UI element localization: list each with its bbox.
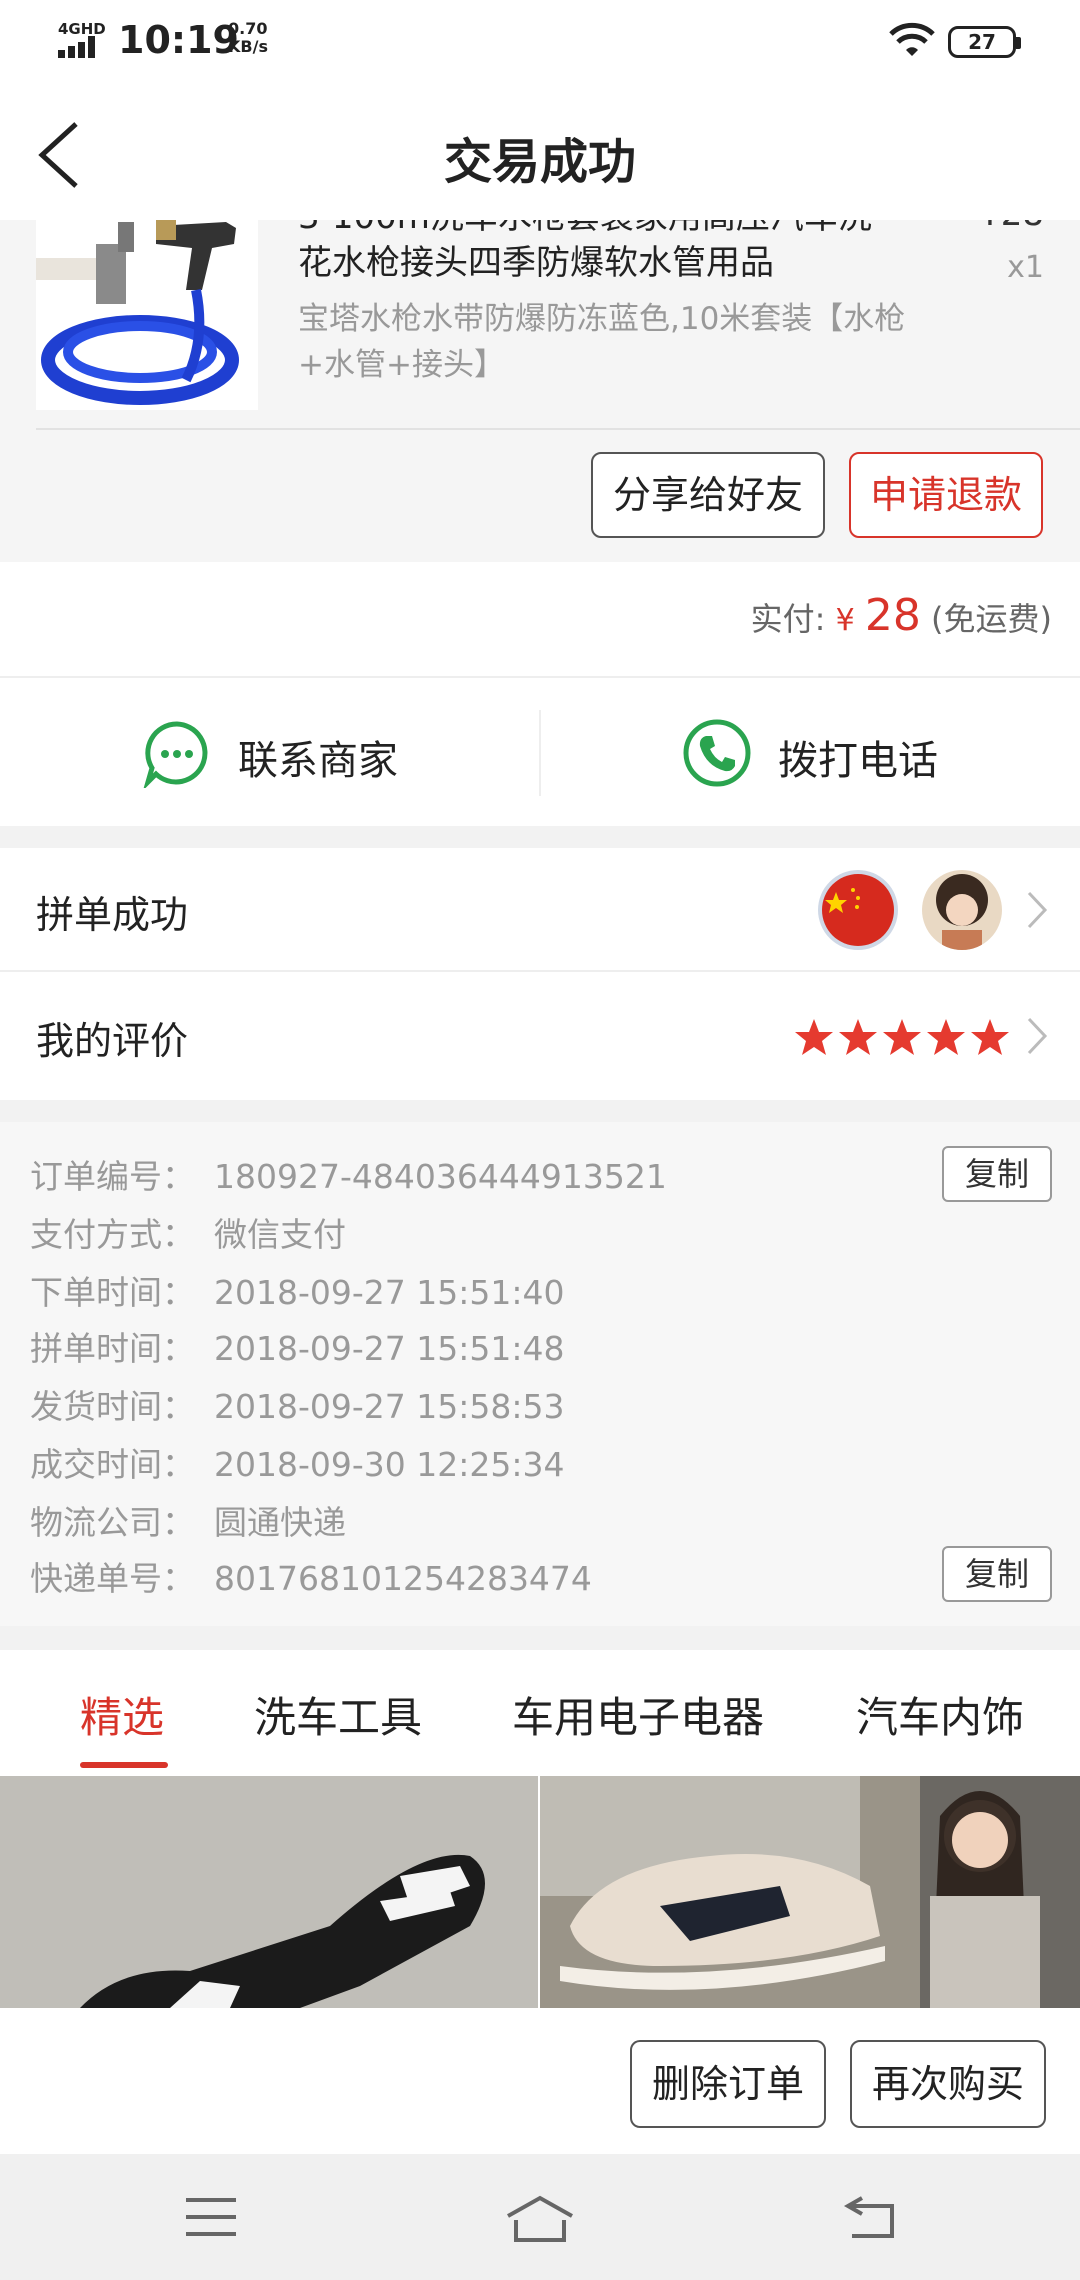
phone-icon: [683, 719, 751, 787]
order-info-value: 微信支付: [214, 1215, 346, 1254]
page-title: 交易成功: [443, 134, 636, 190]
menu-icon[interactable]: [184, 2194, 238, 2240]
product-card[interactable]: 3-100m洗车水枪套装家用高压汽车洗 花水枪接头四季防爆软水管用品 ¥28 x…: [0, 220, 1080, 562]
avatar: [818, 870, 898, 950]
order-info-value: 圆通快递: [214, 1503, 346, 1542]
order-info-row: 下单时间： 2018-09-27 15:51:40: [30, 1266, 564, 1314]
tab-featured[interactable]: 精选: [80, 1684, 164, 1745]
order-info-value: 2018-09-27 15:51:48: [214, 1329, 565, 1368]
delete-order-button[interactable]: 删除订单: [630, 2040, 826, 2128]
product-thumbnail[interactable]: [540, 1776, 1080, 2008]
order-info-row: 订单编号： 180927-484036444913521: [30, 1150, 667, 1198]
order-info-value: 2018-09-27 15:51:40: [214, 1273, 565, 1312]
order-info-key: 支付方式：: [30, 1215, 195, 1254]
speed-unit: KB/s: [228, 37, 268, 56]
copy-order-number-button[interactable]: 复制: [942, 1146, 1052, 1202]
refund-button[interactable]: 申请退款: [849, 452, 1043, 538]
product-thumbnail[interactable]: [0, 1776, 538, 2008]
chevron-right-icon: [1027, 891, 1048, 929]
star-icon: [927, 1019, 965, 1055]
product-title-line-cut: 3-100m洗车水枪套装家用高压汽车洗: [298, 220, 872, 240]
system-nav-bar: [0, 2154, 1080, 2280]
chat-bubble-icon: [143, 721, 208, 788]
order-info-key: 发货时间：: [30, 1387, 195, 1426]
order-info-row: 支付方式： 微信支付: [30, 1208, 346, 1256]
home-icon[interactable]: [504, 2194, 576, 2244]
order-info-key: 快递单号：: [30, 1559, 195, 1598]
section-gap: [0, 826, 1080, 848]
tab-car-interior[interactable]: 汽车内饰: [856, 1684, 1024, 1745]
call-phone-label: 拨打电话: [778, 738, 938, 784]
battery-icon: 27: [948, 26, 1021, 58]
order-info-row: 发货时间： 2018-09-27 15:58:53: [30, 1380, 564, 1428]
network-speed: 0.70 KB/s: [228, 20, 268, 56]
chevron-right-icon: [1027, 1017, 1048, 1055]
order-info-key: 成交时间：: [30, 1445, 195, 1484]
back-icon[interactable]: [842, 2194, 898, 2240]
divider: [539, 710, 541, 796]
share-button[interactable]: 分享给好友: [591, 452, 825, 538]
contact-merchant-label: 联系商家: [238, 738, 398, 784]
star-icon: [839, 1019, 877, 1055]
payment-amount: 28: [864, 590, 921, 641]
star-icon: [883, 1019, 921, 1055]
star-icon: [971, 1019, 1009, 1055]
order-info-value: 801768101254283474: [214, 1559, 592, 1598]
order-info-row: 成交时间： 2018-09-30 12:25:34: [30, 1438, 564, 1486]
tab-active-indicator: [80, 1762, 168, 1768]
group-buy-row[interactable]: 拼单成功: [0, 848, 1080, 972]
section-gap: [0, 1626, 1080, 1650]
payment-summary: 实付: ¥ 28 (免运费): [0, 562, 1080, 678]
order-info-row: 快递单号： 801768101254283474: [30, 1552, 592, 1600]
product-price: ¥28: [979, 220, 1044, 234]
avatar: [922, 870, 1002, 950]
order-info-value: 180927-484036444913521: [214, 1157, 667, 1196]
star-icon: [795, 1019, 833, 1055]
product-image[interactable]: [36, 220, 258, 410]
contact-bar: 联系商家 拨打电话: [0, 680, 1080, 826]
tab-car-electronics[interactable]: 车用电子电器: [512, 1684, 764, 1745]
order-info-value: 2018-09-27 15:58:53: [214, 1387, 565, 1426]
divider: [36, 428, 1080, 430]
group-buy-label: 拼单成功: [36, 893, 189, 937]
order-info: 订单编号： 180927-484036444913521 支付方式： 微信支付 下单时间…: [0, 1122, 1080, 1626]
my-review-row[interactable]: 我的评价: [0, 974, 1080, 1100]
speed-value: 0.70: [228, 19, 268, 38]
order-info-value: 2018-09-30 12:25:34: [214, 1445, 565, 1484]
signal-icon: [58, 36, 104, 58]
order-info-key: 订单编号：: [30, 1157, 195, 1196]
copy-tracking-number-button[interactable]: 复制: [942, 1546, 1052, 1602]
product-quantity: x1: [1007, 250, 1044, 285]
section-gap: [0, 1100, 1080, 1122]
wifi-icon: [889, 22, 935, 56]
buy-again-button[interactable]: 再次购买: [850, 2040, 1046, 2128]
product-title-line: 花水枪接头四季防爆软水管用品: [298, 243, 774, 283]
recommended-products: [0, 1776, 1080, 2008]
order-action-bar: 删除订单 再次购买: [0, 2008, 1080, 2154]
my-review-label: 我的评价: [36, 1019, 189, 1063]
payment-currency: ¥: [835, 603, 855, 638]
product-spec: 宝塔水枪水带防爆防冻蓝色,10米套装【水枪+水管+接头】: [298, 301, 906, 383]
payment-label: 实付:: [750, 600, 826, 638]
tab-car-wash-tools[interactable]: 洗车工具: [254, 1684, 422, 1745]
status-bar: 4GHD 10:19 0.70 KB/s 27: [0, 0, 1080, 80]
order-info-row: 物流公司： 圆通快递: [30, 1496, 346, 1544]
order-info-row: 拼单时间： 2018-09-27 15:51:48: [30, 1322, 564, 1370]
payment-total: 实付: ¥ 28 (免运费): [751, 590, 1052, 641]
order-info-key: 下单时间：: [30, 1273, 195, 1312]
payment-note: (免运费): [931, 600, 1052, 638]
order-info-key: 物流公司：: [30, 1503, 195, 1542]
category-tabs: 精选 洗车工具 车用电子电器 汽车内饰: [0, 1650, 1080, 1776]
nav-bar: 交易成功: [0, 80, 1080, 220]
clock: 10:19: [118, 18, 239, 62]
order-info-key: 拼单时间：: [30, 1329, 195, 1368]
